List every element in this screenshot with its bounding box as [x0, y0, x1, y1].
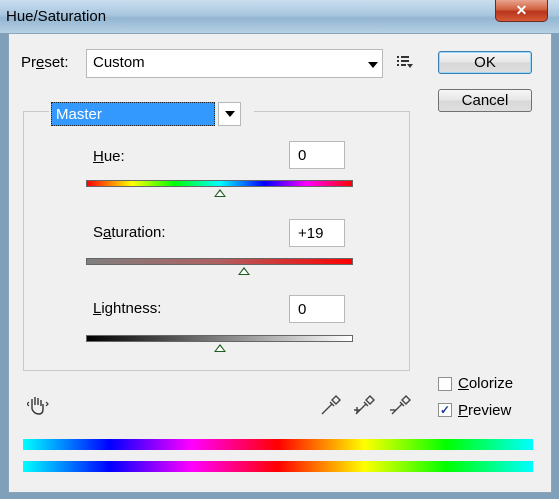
hand-adjust-icon[interactable] [26, 394, 49, 416]
saturation-input[interactable]: +19 [289, 219, 345, 247]
lightness-slider-thumb[interactable] [214, 344, 226, 352]
lightness-bar [86, 335, 353, 342]
adjustment-group [23, 111, 410, 371]
checkmark-icon: ✓ [439, 403, 451, 417]
lightness-label: Lightness: [93, 300, 162, 317]
after-color-bar [23, 461, 533, 472]
colorize-checkbox[interactable] [438, 377, 452, 391]
colorize-label[interactable]: Colorize [458, 375, 513, 392]
ok-button[interactable]: OK [438, 51, 532, 74]
window-title: Hue/Saturation [6, 8, 107, 25]
title-bar: Hue/Saturation ✕ [0, 0, 559, 33]
preset-label: Preset: [21, 54, 69, 71]
eyedropper-icon[interactable] [320, 394, 342, 416]
close-button[interactable]: ✕ [495, 0, 548, 22]
preset-value: Custom [93, 54, 145, 71]
channel-dropdown[interactable]: Master [49, 101, 254, 129]
preview-label[interactable]: Preview [458, 402, 511, 419]
preset-options-icon[interactable] [397, 55, 413, 69]
hue-bar [86, 180, 353, 187]
preset-dropdown[interactable]: Custom [86, 49, 383, 78]
channel-dropdown-arrow[interactable] [218, 102, 241, 126]
before-color-bar [23, 439, 533, 450]
hue-label: Hue: [93, 148, 125, 165]
saturation-slider-thumb[interactable] [238, 267, 250, 275]
saturation-label: Saturation: [93, 224, 166, 241]
channel-value: Master [51, 102, 215, 126]
chevron-down-icon [368, 62, 378, 68]
hue-slider-thumb[interactable] [214, 189, 226, 197]
eyedropper-plus-icon[interactable] [354, 394, 376, 416]
eyedropper-minus-icon[interactable] [390, 394, 412, 416]
hue-input[interactable]: 0 [289, 141, 345, 169]
preview-checkbox[interactable]: ✓ [438, 403, 452, 417]
dialog-body: Preset: Custom OK Cancel Master Hue: 0 S… [8, 33, 552, 493]
cancel-button[interactable]: Cancel [438, 89, 532, 112]
saturation-bar [86, 258, 353, 265]
lightness-input[interactable]: 0 [289, 295, 345, 323]
chevron-down-icon [225, 111, 235, 117]
close-icon: ✕ [515, 2, 528, 18]
